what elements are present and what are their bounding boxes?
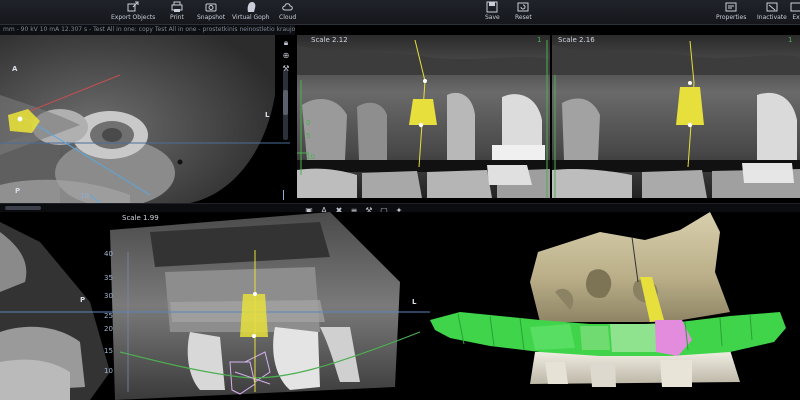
- cross-section-ct-image: [0, 212, 430, 400]
- print-label: Print: [170, 14, 184, 21]
- save-button[interactable]: Save: [485, 1, 500, 21]
- lock-icon[interactable]: 🔒︎: [281, 38, 291, 48]
- pano-left-ruler-0: 0: [306, 119, 311, 127]
- cross-ruler-10: 10: [104, 367, 113, 375]
- exit-icon: [790, 2, 800, 12]
- exit-label: Ex: [792, 14, 800, 21]
- cross-ruler-20: 20: [104, 325, 113, 333]
- properties-icon: [725, 2, 737, 12]
- panoramic-view-right[interactable]: Scale 2.16 1: [552, 35, 800, 198]
- panoramic-slice-left: [297, 35, 550, 198]
- implant-pano-right[interactable]: [676, 87, 704, 125]
- printer-icon: [171, 1, 183, 12]
- cross-orient-left: P: [80, 296, 86, 304]
- reset-button[interactable]: Reset: [515, 1, 532, 21]
- properties-label: Properties: [716, 14, 747, 21]
- axial-orient-bottom: P: [15, 187, 21, 195]
- cloud-label: Cloud: [279, 14, 297, 21]
- virtual-goph-label: Virtual Goph: [232, 14, 270, 21]
- export-objects-label: Export Objects: [111, 14, 156, 21]
- cloud-button[interactable]: Cloud: [279, 1, 296, 21]
- cross-scale: Scale 1.99: [122, 214, 159, 222]
- target-icon[interactable]: ⊕: [281, 51, 291, 61]
- cross-ruler-40: 40: [104, 250, 113, 258]
- 3d-maxilla-render: [430, 212, 800, 400]
- axial-scroll-thumb[interactable]: [283, 90, 288, 115]
- inactivate-icon: [766, 2, 778, 12]
- properties-button[interactable]: Properties: [716, 1, 746, 21]
- pano-left-number: 1: [537, 36, 542, 44]
- pano-left-ruler-10: 10: [306, 153, 315, 161]
- export-icon: [127, 1, 139, 12]
- pano-right-number: 1: [788, 36, 793, 44]
- cross-ruler-15: 15: [104, 347, 113, 355]
- panoramic-slice-right: [552, 35, 800, 198]
- horizontal-scrollbar[interactable]: [5, 206, 41, 210]
- cross-ruler-25: 25: [104, 312, 113, 320]
- cross-ruler-30: 30: [104, 292, 113, 300]
- axial-orient-top: A: [12, 65, 18, 73]
- wrench-icon[interactable]: ⚒: [281, 64, 291, 74]
- panoramic-view-left[interactable]: Scale 2.12 1 0 5 10: [297, 35, 550, 198]
- exit-button[interactable]: Ex: [790, 1, 800, 21]
- cross-ruler-35: 35: [104, 274, 113, 282]
- print-button[interactable]: Print: [170, 1, 184, 21]
- implant-pano-left[interactable]: [409, 99, 437, 125]
- dental-implant-planner: Export Objects Print Snapshot Virtual Go…: [0, 0, 800, 400]
- axial-ruler-label: 10: [80, 192, 89, 200]
- reset-label: Reset: [515, 14, 532, 21]
- virtual-head-icon: [247, 2, 256, 12]
- axial-vertical-scrollbar[interactable]: [283, 70, 288, 140]
- cloud-icon: [281, 3, 293, 11]
- cross-orient-right: L: [412, 298, 417, 306]
- pano-left-ruler-5: 5: [306, 132, 311, 140]
- 3d-model-view[interactable]: [430, 212, 800, 400]
- save-icon: [486, 1, 498, 13]
- camera-icon: [205, 3, 217, 12]
- implant-cross-section[interactable]: [240, 294, 268, 337]
- inactivate-button[interactable]: Inactivate: [757, 1, 787, 21]
- axial-orient-right: L: [265, 111, 270, 119]
- pano-left-scale: Scale 2.12: [311, 36, 348, 44]
- cross-sectional-view[interactable]: Scale 1.99 P L 40 35 30 25 20 15 10: [0, 212, 430, 400]
- snapshot-label: Snapshot: [197, 14, 226, 21]
- main-toolbar: Export Objects Print Snapshot Virtual Go…: [0, 0, 800, 25]
- virtual-goph-button[interactable]: Virtual Goph: [232, 1, 269, 21]
- pano-right-scale: Scale 2.16: [558, 36, 595, 44]
- axial-tool-strip: 🔒︎ ⊕ ⚒: [281, 38, 291, 74]
- export-objects-button[interactable]: Export Objects: [111, 1, 155, 21]
- axial-view[interactable]: A L P 10: [0, 35, 295, 203]
- reset-icon: [517, 2, 529, 12]
- axial-ct-image: [0, 35, 295, 203]
- snapshot-button[interactable]: Snapshot: [197, 1, 225, 21]
- inactivate-label: Inactivate: [757, 14, 787, 21]
- save-label: Save: [485, 14, 500, 21]
- scan-info-bar: mm - 90 kV 10 mA 12.307 s - Test All in …: [0, 25, 295, 35]
